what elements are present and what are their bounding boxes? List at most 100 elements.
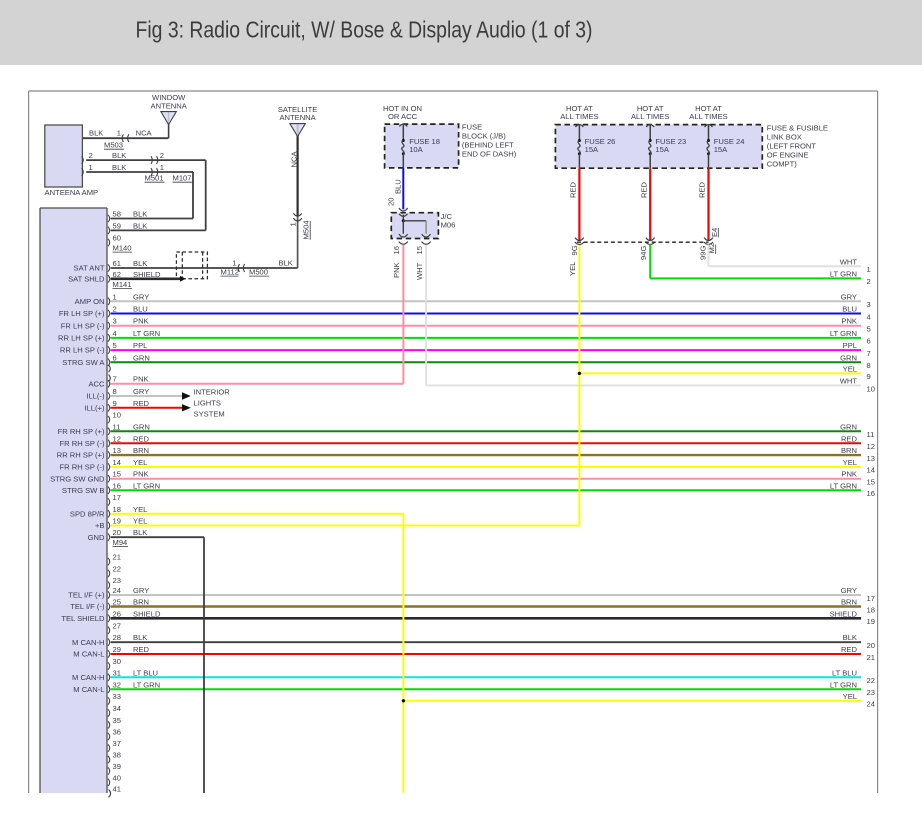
svg-text:LT GRN: LT GRN bbox=[133, 329, 160, 338]
svg-text:RR LH SP (-): RR LH SP (-) bbox=[60, 346, 105, 355]
svg-text:TEL SHIELD: TEL SHIELD bbox=[61, 614, 105, 623]
svg-text:11: 11 bbox=[867, 430, 875, 439]
svg-text:M CAN-L: M CAN-L bbox=[73, 685, 104, 694]
svg-text:BRN: BRN bbox=[133, 446, 149, 455]
svg-text:COMPT): COMPT) bbox=[767, 160, 797, 169]
svg-text:18: 18 bbox=[113, 505, 121, 514]
svg-text:ILL(-): ILL(-) bbox=[86, 392, 105, 401]
svg-text:GRY: GRY bbox=[841, 586, 857, 595]
svg-text:M CAN-L: M CAN-L bbox=[73, 650, 104, 659]
svg-text:PNK: PNK bbox=[392, 262, 401, 278]
svg-text:LT GRN: LT GRN bbox=[133, 680, 160, 689]
svg-text:GRY: GRY bbox=[133, 292, 149, 301]
svg-text:YEL: YEL bbox=[568, 262, 577, 276]
svg-text:PNK: PNK bbox=[841, 317, 857, 326]
svg-text:7: 7 bbox=[113, 375, 117, 384]
svg-text:OR ACC: OR ACC bbox=[388, 112, 418, 121]
svg-text:17: 17 bbox=[867, 594, 875, 603]
svg-text:SHIELD: SHIELD bbox=[133, 270, 161, 279]
svg-text:20: 20 bbox=[387, 198, 396, 206]
svg-text:GRN: GRN bbox=[840, 353, 857, 362]
svg-text:38: 38 bbox=[113, 751, 121, 760]
svg-text:BLK: BLK bbox=[133, 528, 147, 537]
svg-text:32: 32 bbox=[113, 680, 121, 689]
svg-text:10A: 10A bbox=[409, 145, 423, 154]
svg-text:RED: RED bbox=[841, 645, 858, 654]
svg-text:M140: M140 bbox=[113, 244, 132, 253]
svg-text:41: 41 bbox=[113, 784, 121, 793]
svg-text:18: 18 bbox=[867, 605, 875, 614]
svg-text:TEL I/F (-): TEL I/F (-) bbox=[70, 602, 105, 611]
svg-text:4: 4 bbox=[113, 329, 117, 338]
svg-text:30: 30 bbox=[113, 657, 121, 666]
svg-text:ANTENNA: ANTENNA bbox=[279, 113, 316, 122]
svg-text:GRN: GRN bbox=[133, 353, 150, 362]
svg-text:BLK: BLK bbox=[112, 151, 126, 160]
svg-text:M94: M94 bbox=[113, 538, 128, 547]
svg-text:PNK: PNK bbox=[133, 375, 149, 384]
svg-text:15A: 15A bbox=[655, 145, 669, 154]
svg-text:ACC: ACC bbox=[88, 379, 105, 388]
svg-text:26: 26 bbox=[113, 609, 121, 618]
svg-text:M503: M503 bbox=[104, 141, 123, 150]
svg-text:FR LH SP (+): FR LH SP (+) bbox=[59, 309, 105, 318]
svg-text:8: 8 bbox=[867, 361, 871, 370]
svg-text:YEL: YEL bbox=[133, 505, 147, 514]
svg-text:1: 1 bbox=[160, 163, 164, 172]
svg-text:13: 13 bbox=[867, 454, 875, 463]
svg-text:M CAN-H: M CAN-H bbox=[72, 638, 104, 647]
svg-text:RED: RED bbox=[698, 181, 707, 198]
svg-text:PPL: PPL bbox=[133, 341, 147, 350]
svg-text:27: 27 bbox=[113, 621, 121, 630]
svg-text:7: 7 bbox=[867, 349, 871, 358]
svg-text:15: 15 bbox=[415, 246, 424, 254]
svg-text:6: 6 bbox=[867, 337, 871, 346]
svg-text:NCA: NCA bbox=[289, 151, 298, 168]
svg-text:SYSTEM: SYSTEM bbox=[194, 409, 225, 418]
svg-text:GND: GND bbox=[88, 533, 105, 542]
svg-text:M501: M501 bbox=[145, 174, 164, 183]
svg-text:LT GRN: LT GRN bbox=[830, 481, 857, 490]
svg-text:STRG SW B: STRG SW B bbox=[62, 486, 105, 495]
svg-text:FUSE & FUSIBLE: FUSE & FUSIBLE bbox=[767, 124, 828, 133]
svg-text:39: 39 bbox=[113, 762, 121, 771]
svg-text:INTERIOR: INTERIOR bbox=[194, 388, 231, 397]
svg-text:FUSE: FUSE bbox=[462, 123, 482, 132]
svg-text:M112: M112 bbox=[221, 268, 239, 277]
svg-text:GRN: GRN bbox=[133, 422, 150, 431]
svg-text:LT GRN: LT GRN bbox=[133, 481, 160, 490]
svg-text:10: 10 bbox=[867, 384, 875, 393]
svg-text:YEL: YEL bbox=[843, 692, 857, 701]
svg-text:9: 9 bbox=[113, 399, 117, 408]
svg-text:Fig 3: Radio Circuit, W/ Bose: Fig 3: Radio Circuit, W/ Bose & Display … bbox=[136, 17, 593, 43]
svg-text:BRN: BRN bbox=[841, 598, 857, 607]
svg-text:+B: +B bbox=[95, 521, 105, 530]
svg-text:15: 15 bbox=[867, 478, 875, 487]
svg-text:LT GRN: LT GRN bbox=[830, 680, 857, 689]
svg-text:15A: 15A bbox=[585, 145, 599, 154]
svg-text:YEL: YEL bbox=[133, 458, 147, 467]
svg-text:LT GRN: LT GRN bbox=[830, 269, 857, 278]
svg-text:PNK: PNK bbox=[133, 470, 149, 479]
svg-text:YEL: YEL bbox=[133, 517, 147, 526]
svg-text:PPL: PPL bbox=[843, 341, 857, 350]
svg-text:ILL(+): ILL(+) bbox=[84, 403, 105, 412]
svg-text:19: 19 bbox=[113, 517, 121, 526]
svg-text:BLK: BLK bbox=[133, 210, 147, 219]
svg-text:LIGHTS: LIGHTS bbox=[194, 399, 221, 408]
svg-text:BLK: BLK bbox=[843, 633, 857, 642]
svg-text:BLU: BLU bbox=[394, 179, 403, 194]
svg-text:99G: 99G bbox=[699, 246, 708, 260]
svg-text:3: 3 bbox=[867, 300, 871, 309]
svg-text:RED: RED bbox=[133, 399, 150, 408]
svg-text:11: 11 bbox=[113, 422, 121, 431]
svg-text:BLU: BLU bbox=[133, 305, 148, 314]
svg-text:WHT: WHT bbox=[840, 257, 858, 266]
svg-text:M504: M504 bbox=[302, 220, 311, 239]
svg-text:(LEFT FRONT: (LEFT FRONT bbox=[767, 142, 817, 151]
svg-text:BLOCK (J/B): BLOCK (J/B) bbox=[462, 132, 506, 141]
svg-text:37: 37 bbox=[113, 739, 121, 748]
svg-text:LT BLU: LT BLU bbox=[133, 668, 158, 677]
svg-text:BRN: BRN bbox=[841, 446, 857, 455]
svg-text:62: 62 bbox=[113, 270, 121, 279]
